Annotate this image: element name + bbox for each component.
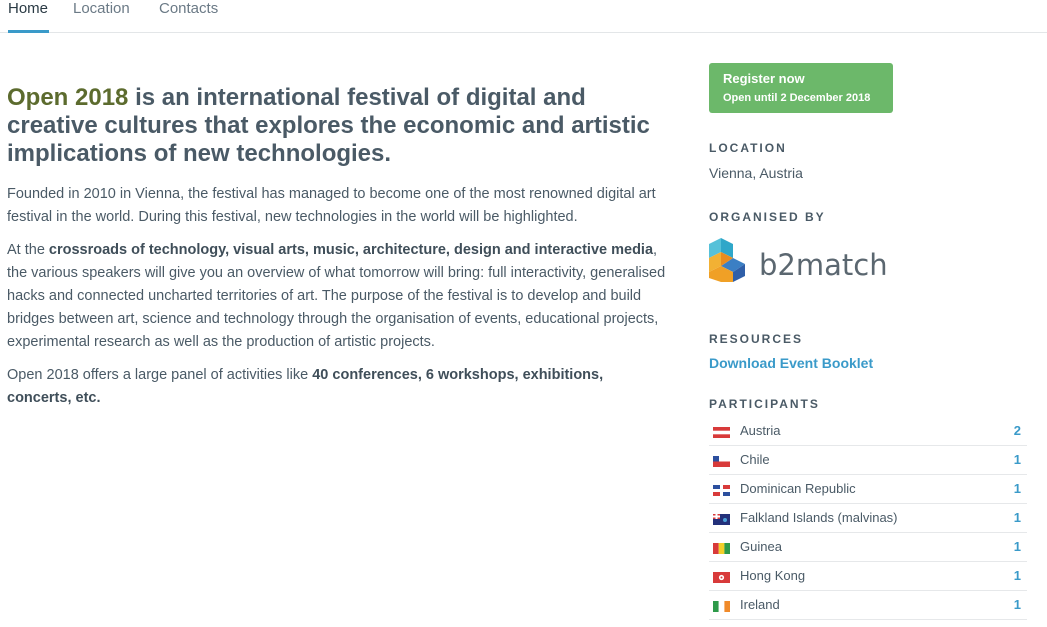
ireland-flag-icon [713, 601, 730, 612]
crossroads-highlight: crossroads of technology, visual arts, m… [48, 242, 654, 258]
participant-country: Falkland Islands (malvinas) [740, 510, 898, 525]
falkland-islands-flag-icon [713, 514, 730, 525]
download-booklet-link[interactable]: Download Event Booklet [709, 354, 873, 372]
tab-location[interactable]: Location [73, 0, 130, 32]
b2match-logo-icon [709, 238, 745, 282]
page-title: Open 2018 is an international festival o… [7, 84, 667, 168]
top-nav: Home Location Contacts [0, 0, 1047, 33]
participants-list: Austria 2 Chile 1 Dominican Republic 1 F… [709, 417, 1027, 620]
register-title: Register now [723, 71, 805, 86]
resources-heading: RESOURCES [709, 332, 804, 346]
participant-count: 2 [1013, 423, 1021, 438]
crossroads-paragraph: At the crossroads of technology, visual … [7, 239, 667, 354]
participant-row-austria[interactable]: Austria 2 [709, 417, 1027, 446]
tab-home[interactable]: Home [8, 0, 49, 33]
location-heading: LOCATION [709, 141, 787, 155]
tab-contacts[interactable]: Contacts [159, 0, 218, 32]
location-value: Vienna, Austria [709, 165, 803, 181]
register-button[interactable]: Register now Open until 2 December 2018 [709, 63, 893, 113]
event-name: Open 2018 [7, 84, 129, 111]
intro-paragraph: Founded in 2010 in Vienna, the festival … [7, 186, 656, 225]
crossroads-lead: At the [7, 242, 49, 258]
participant-country: Ireland [740, 597, 780, 612]
participant-count: 1 [1013, 510, 1021, 525]
participant-country: Hong Kong [740, 568, 806, 583]
participant-row-hong-kong[interactable]: Hong Kong 1 [709, 562, 1027, 591]
participant-country: Guinea [740, 539, 782, 554]
crossroads-body: , the various speakers will give you an … [7, 242, 666, 350]
organiser-name: b2match [759, 248, 888, 282]
activities-lead: Open 2018 offers a large panel of activi… [7, 367, 313, 383]
austria-flag-icon [713, 427, 730, 438]
event-description: Open 2018 is an international festival o… [7, 84, 667, 410]
participant-count: 1 [1013, 568, 1021, 583]
participant-count: 1 [1013, 481, 1021, 496]
participant-row-dominican-republic[interactable]: Dominican Republic 1 [709, 475, 1027, 504]
organiser-heading: ORGANISED BY [709, 210, 826, 224]
dominican-republic-flag-icon [713, 485, 730, 496]
participant-row-ireland[interactable]: Ireland 1 [709, 591, 1027, 620]
hong-kong-flag-icon [713, 572, 730, 583]
sidebar: Register now Open until 2 December 2018 … [709, 63, 1027, 620]
participant-country: Austria [740, 423, 781, 438]
guinea-flag-icon [713, 543, 730, 554]
participants-heading: PARTICIPANTS [709, 397, 820, 411]
participant-country: Chile [740, 452, 770, 467]
participant-row-guinea[interactable]: Guinea 1 [709, 533, 1027, 562]
activities-paragraph: Open 2018 offers a large panel of activi… [7, 364, 667, 410]
participant-count: 1 [1013, 539, 1021, 554]
chile-flag-icon [713, 456, 730, 467]
participant-row-chile[interactable]: Chile 1 [709, 446, 1027, 475]
organiser-logo[interactable]: b2match [709, 238, 1027, 300]
participant-count: 1 [1013, 452, 1021, 467]
participant-country: Dominican Republic [740, 481, 856, 496]
register-deadline: Open until 2 December 2018 [723, 92, 871, 104]
participant-count: 1 [1013, 597, 1021, 612]
participant-row-falkland-islands[interactable]: Falkland Islands (malvinas) 1 [709, 504, 1027, 533]
